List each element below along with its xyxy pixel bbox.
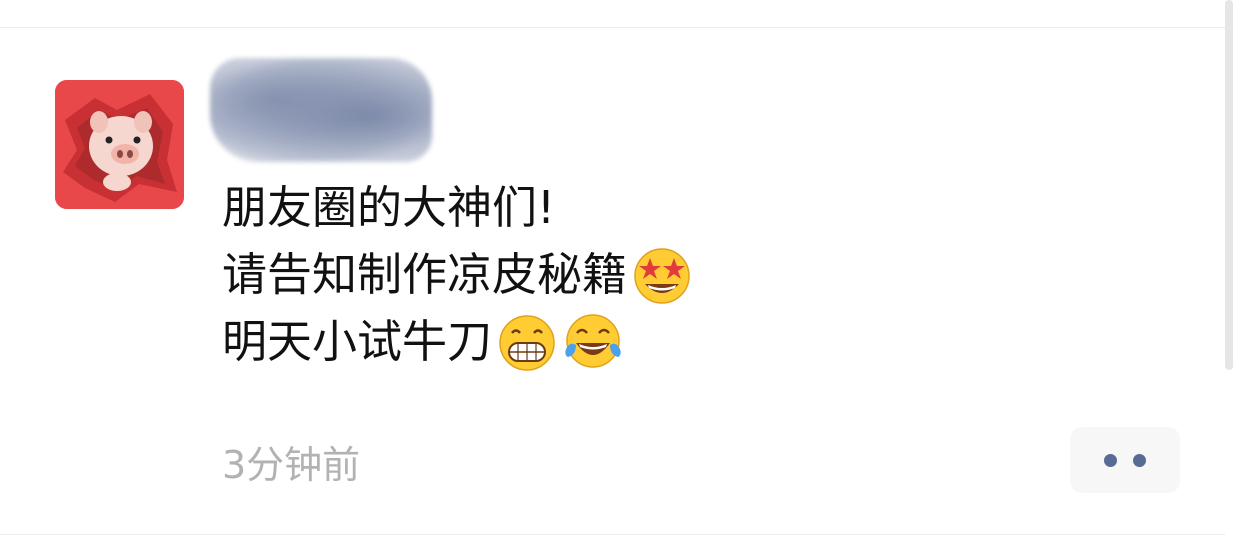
tears-of-joy-emoji-icon bbox=[562, 311, 624, 373]
post-timestamp: 3分钟前 bbox=[222, 443, 361, 487]
post-line-2-text: 请告知制作凉皮秘籍 bbox=[222, 248, 628, 301]
bottom-divider bbox=[0, 534, 1225, 535]
dot-icon bbox=[1133, 453, 1146, 467]
post-text: 朋友圈的大神们! 请告知制作凉皮秘籍 明天小试牛刀 bbox=[222, 174, 1122, 375]
star-struck-emoji-icon bbox=[631, 244, 693, 306]
scrollbar[interactable] bbox=[1225, 0, 1233, 370]
post-line-3-text: 明天小试牛刀 bbox=[222, 315, 493, 368]
post-line-1: 朋友圈的大神们! bbox=[222, 174, 1122, 241]
dot-icon bbox=[1104, 453, 1117, 467]
pig-avatar-image bbox=[55, 80, 184, 209]
avatar[interactable] bbox=[55, 80, 184, 209]
post-line-1-text: 朋友圈的大神们! bbox=[222, 181, 556, 234]
post-line-3: 明天小试牛刀 bbox=[222, 308, 1122, 375]
top-divider bbox=[0, 27, 1225, 28]
post-line-2: 请告知制作凉皮秘籍 bbox=[222, 241, 1122, 308]
more-actions-button[interactable] bbox=[1070, 427, 1180, 493]
author-name-blurred[interactable] bbox=[210, 58, 432, 162]
grinning-face-emoji-icon bbox=[496, 311, 558, 373]
